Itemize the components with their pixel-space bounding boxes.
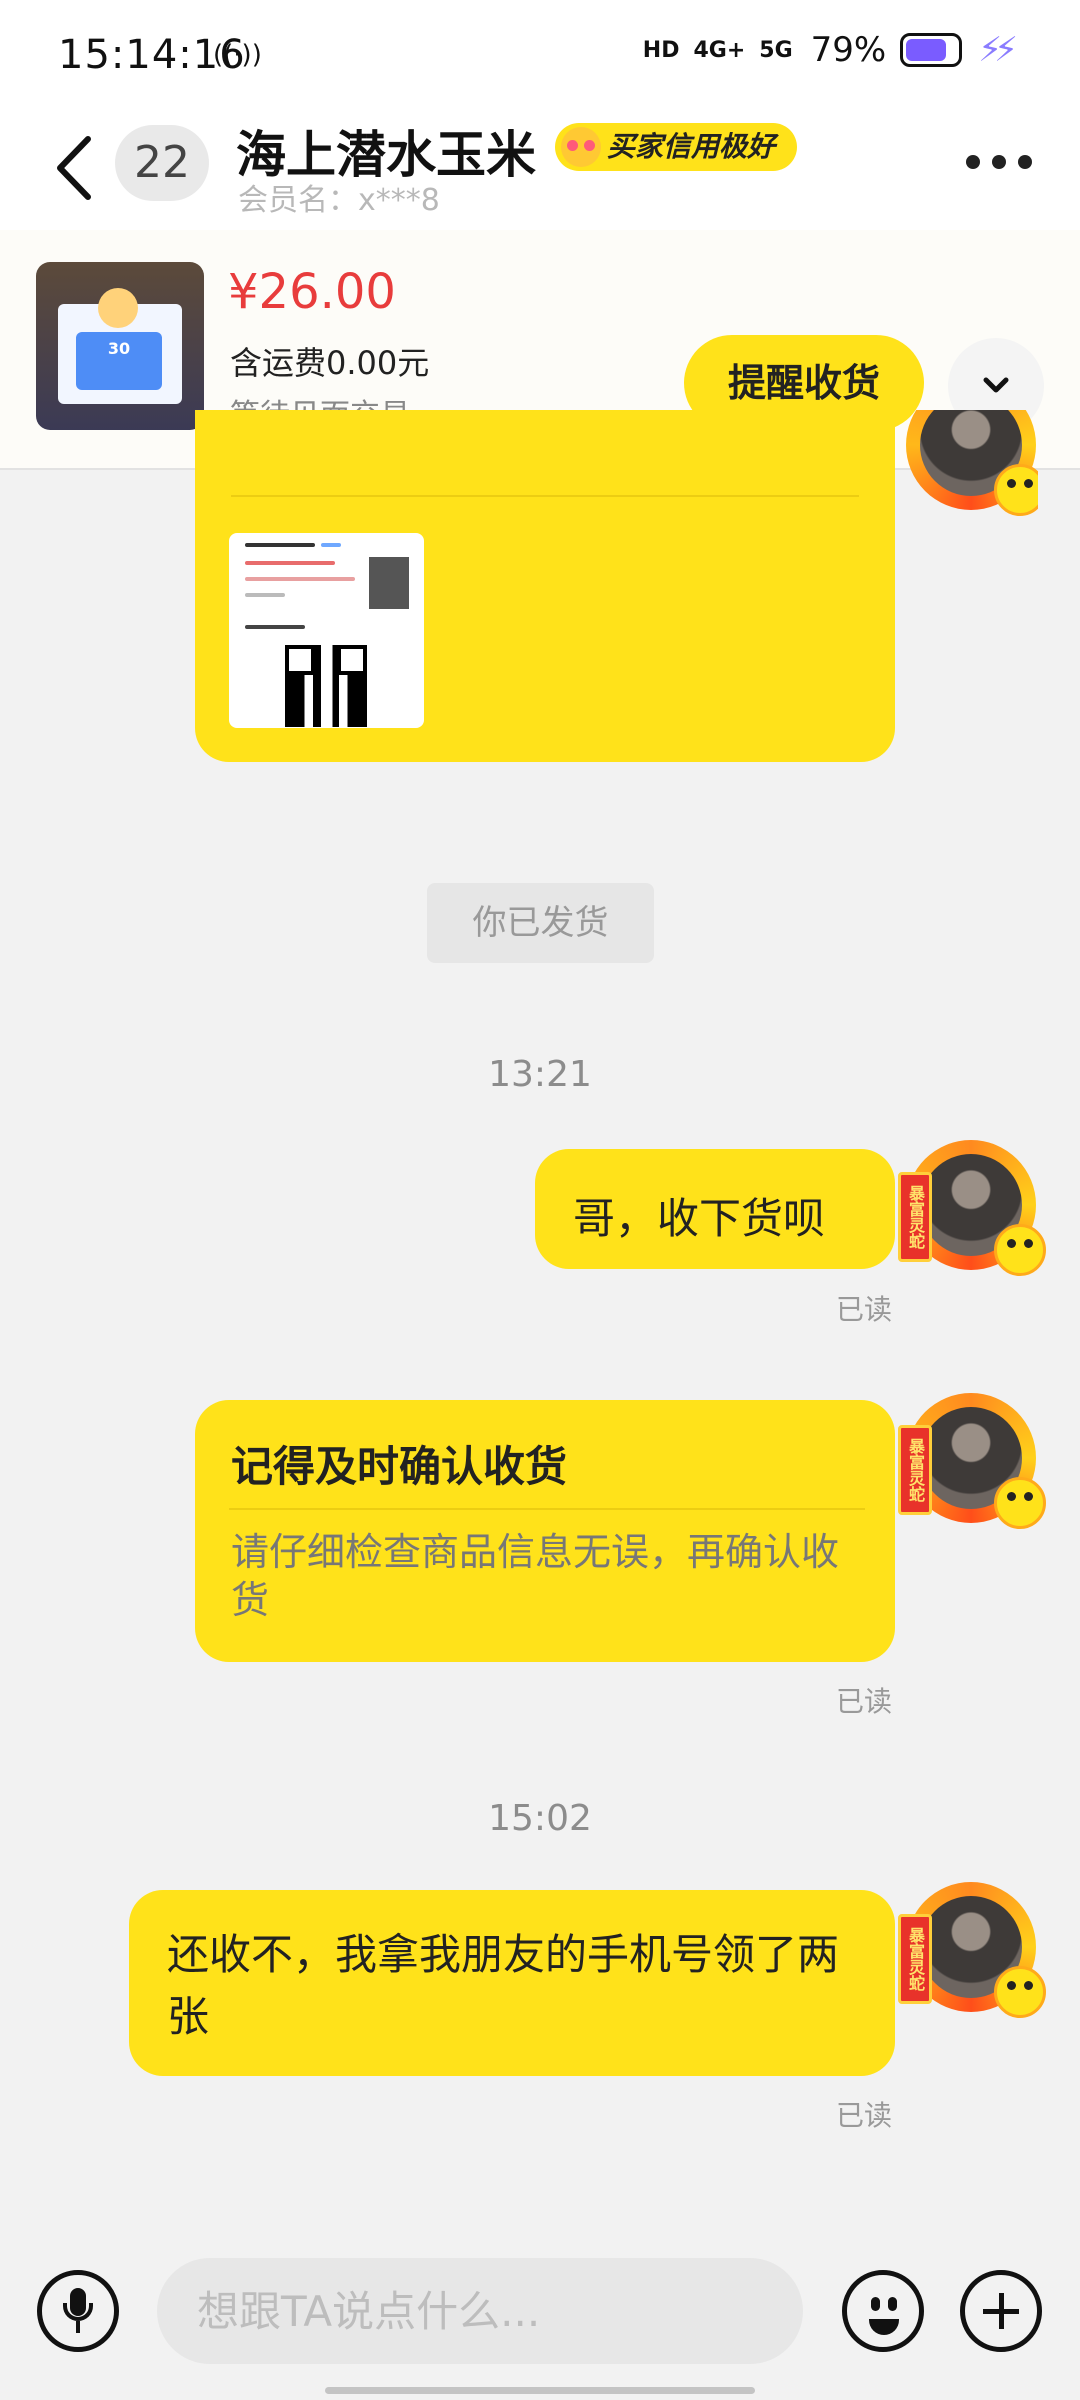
avatar[interactable]: 暴富灵蛇 — [898, 1882, 1046, 2022]
unread-count-badge[interactable]: 22 — [115, 125, 209, 201]
message-input[interactable] — [157, 2258, 803, 2364]
avatar[interactable]: 暴富灵蛇 — [898, 1140, 1046, 1280]
member-name: 会员名：x***8 — [238, 183, 440, 218]
charging-icon: ⚡⚡ — [978, 30, 1018, 70]
ticket-image[interactable] — [229, 533, 424, 728]
chat-header: 22 海上潜水玉米 买家信用极好 会员名：x***8 — [0, 115, 1080, 230]
signal-4g-icon: 4G+ — [693, 37, 746, 63]
read-receipt: 已读 — [836, 1685, 893, 1718]
qr-code — [285, 645, 367, 727]
hd-icon: HD — [642, 37, 680, 63]
battery-percent: 79% — [810, 30, 887, 70]
read-receipt: 已读 — [836, 1293, 893, 1326]
battery-icon — [900, 33, 963, 67]
message-text: 哥，收下货呗 — [573, 1194, 826, 1243]
home-indicator[interactable] — [325, 2387, 755, 2394]
recording-icon: ((·)) — [213, 40, 262, 70]
card-divider — [229, 1508, 865, 1510]
message-bubble[interactable]: 还收不，我拿我朋友的手机号领了两张 — [129, 1890, 895, 2076]
message-text: 还收不，我拿我朋友的手机号领了两张 — [167, 1930, 840, 2041]
input-bar — [0, 2230, 1080, 2400]
credit-face-icon — [561, 127, 601, 167]
thumbnail-ticket: 30 — [76, 332, 162, 390]
credit-badge-label: 买家信用极好 — [607, 130, 776, 163]
shipped-notice: 你已发货 — [427, 883, 654, 963]
card-title: 记得及时确认收货 — [231, 1442, 568, 1491]
back-arrow-icon[interactable] — [50, 133, 100, 203]
read-receipt: 已读 — [836, 2099, 893, 2132]
microphone-icon[interactable] — [37, 2270, 119, 2352]
ticket-poster — [369, 557, 409, 609]
order-price: ¥26.00 — [228, 264, 396, 320]
timestamp: 15:02 — [488, 1798, 592, 1839]
emoji-icon[interactable] — [842, 2270, 924, 2352]
card-body: 请仔细检查商品信息无误，再确认收货 — [231, 1530, 840, 1622]
more-options-icon[interactable] — [966, 155, 1032, 169]
plus-icon[interactable] — [960, 2270, 1042, 2352]
credit-badge[interactable]: 买家信用极好 — [555, 123, 798, 171]
status-bar: 15:14:16 ((·)) HD 4G+ 5G 79% ⚡⚡ — [0, 0, 1080, 115]
signal-5g-icon: 5G — [759, 37, 793, 63]
battery-level — [906, 39, 946, 61]
product-thumbnail[interactable]: 30 — [36, 262, 204, 430]
message-bubble[interactable]: 哥，收下货呗 — [535, 1149, 895, 1269]
avatar[interactable] — [898, 410, 1038, 520]
avatar[interactable]: 暴富灵蛇 — [898, 1393, 1046, 1533]
timestamp: 13:21 — [488, 1054, 592, 1095]
status-icons: HD 4G+ 5G 79% ⚡⚡ — [642, 30, 1018, 70]
shipping-fee: 含运费0.00元 — [230, 344, 430, 382]
